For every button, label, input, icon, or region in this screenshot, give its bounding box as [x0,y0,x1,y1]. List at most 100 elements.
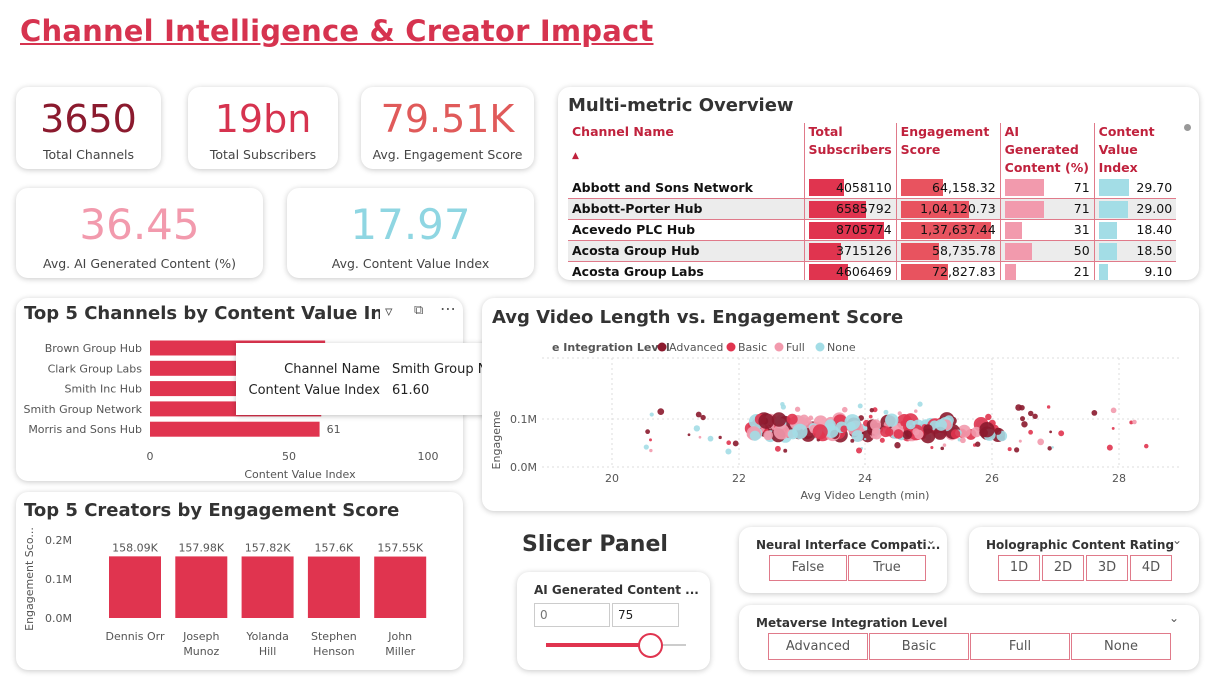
scatter-point[interactable] [693,425,701,432]
scatter-point[interactable] [695,411,702,418]
scatter-point[interactable] [902,430,912,440]
scatter-point[interactable] [649,448,653,453]
bar[interactable] [109,556,161,618]
option-none[interactable]: None [1071,633,1171,660]
scatter-point[interactable] [863,437,867,441]
scatter-point[interactable] [1028,429,1033,435]
scrollbar-handle[interactable] [1184,124,1191,131]
scatter-point[interactable] [643,444,649,450]
option-false[interactable]: False [769,555,847,581]
scatter-point[interactable] [1144,443,1149,449]
scatter-point[interactable] [783,448,788,453]
bar[interactable] [307,556,360,618]
scatter-point[interactable] [732,440,739,447]
range-max-input[interactable] [612,603,679,627]
scatter-point[interactable] [846,421,856,432]
scatter-point[interactable] [1032,413,1038,420]
scatter-point[interactable] [897,411,902,416]
scatter-point[interactable] [975,441,981,447]
scatter-point[interactable] [1110,407,1117,414]
scatter-point[interactable] [1091,410,1098,416]
scatter-point[interactable] [917,401,923,407]
chevron-down-icon[interactable]: ⌄ [926,533,936,547]
scatter-point[interactable] [1037,438,1045,446]
bar[interactable] [175,556,228,618]
chevron-down-icon[interactable]: ⌄ [1169,611,1179,625]
bar[interactable] [150,421,320,437]
scatter-point[interactable] [994,427,1002,435]
scatter-point[interactable] [1021,421,1028,428]
option-advanced[interactable]: Advanced [768,633,868,660]
table-row[interactable]: Acevedo PLC Hub 8705774 1,37,637.44 31 18.40 [568,219,1177,241]
scatter-point[interactable] [649,412,654,417]
scatter-point[interactable] [763,430,774,441]
scatter-point[interactable] [861,431,865,435]
scatter-point[interactable] [718,435,722,440]
scatter-point[interactable] [1106,444,1113,451]
scatter-point[interactable] [1018,439,1022,443]
scatter-point[interactable] [905,419,916,430]
scatter-point[interactable] [893,429,904,439]
scatter-point[interactable] [1111,426,1115,430]
scatter-point[interactable] [856,447,863,454]
scatter-point[interactable] [649,438,652,442]
column-header-engagement[interactable]: Engagement Score [896,123,1001,177]
scatter-point[interactable] [726,440,732,446]
scatter-point[interactable] [985,413,992,421]
scatter-point[interactable] [940,446,945,451]
scatter-point[interactable] [923,424,933,434]
option-full[interactable]: Full [970,633,1070,660]
scatter-point[interactable] [749,430,761,441]
scatter-point[interactable] [725,448,732,455]
scatter-point[interactable] [1046,405,1051,409]
scatter-point[interactable] [942,443,947,447]
column-header-ai-content[interactable]: AI Generated Content (%) [1000,123,1095,177]
chevron-down-icon[interactable]: ⌄ [1172,533,1182,547]
scatter-point[interactable] [645,429,651,435]
scatter-point[interactable] [850,438,855,443]
scatter-point[interactable] [1049,430,1053,434]
scatter-point[interactable] [914,409,918,413]
scatter-point[interactable] [879,437,885,443]
scatter-point[interactable] [794,406,801,412]
scatter-point[interactable] [698,435,702,439]
scatter-point[interactable] [707,435,714,442]
bar[interactable] [374,556,427,618]
scatter-point[interactable] [1014,447,1020,453]
column-header-subscribers[interactable]: Total Subscribers [804,123,897,177]
scatter-point[interactable] [1007,447,1012,452]
option-3d[interactable]: 3D [1086,555,1128,581]
option-2d[interactable]: 2D [1042,555,1084,581]
range-min-input[interactable] [534,603,610,627]
scatter-point[interactable] [869,408,874,413]
scatter-point[interactable] [780,401,785,407]
scatter-point[interactable] [857,403,863,409]
scatter-point[interactable] [804,417,812,424]
scatter-point[interactable] [1019,404,1025,411]
scatter-point[interactable] [841,406,848,413]
scatter-point[interactable] [812,424,828,440]
scatter-point[interactable] [870,419,882,431]
scatter-point[interactable] [1132,419,1137,425]
scatter-point[interactable] [894,442,901,449]
scatter-point[interactable] [687,433,691,437]
option-basic[interactable]: Basic [869,633,969,660]
table-row[interactable]: Abbott and Sons Network 4058110 64,158.32 7… [568,177,1177,199]
column-header-channel-name[interactable]: Channel Name ▲ [568,123,805,177]
scatter-point[interactable] [900,420,907,427]
scatter-point[interactable] [950,429,961,439]
scatter-point[interactable] [771,412,787,427]
scatter-point[interactable] [1051,446,1054,449]
scatter-point[interactable] [883,409,889,415]
option-4d[interactable]: 4D [1130,555,1172,581]
scatter-point[interactable] [979,421,995,438]
sort-descending-icon[interactable]: ▲ [572,147,800,165]
scatter-point[interactable] [774,445,781,452]
scatter-point[interactable] [1058,430,1065,437]
scatter-point[interactable] [960,437,966,444]
scatter-point[interactable] [1047,446,1052,451]
scatter-point[interactable] [758,413,775,429]
scatter-point[interactable] [868,414,873,419]
table-row[interactable]: Acosta Group Labs 4606469 72,827.83 21 9.10 [568,261,1177,280]
slider-handle[interactable] [638,633,663,658]
